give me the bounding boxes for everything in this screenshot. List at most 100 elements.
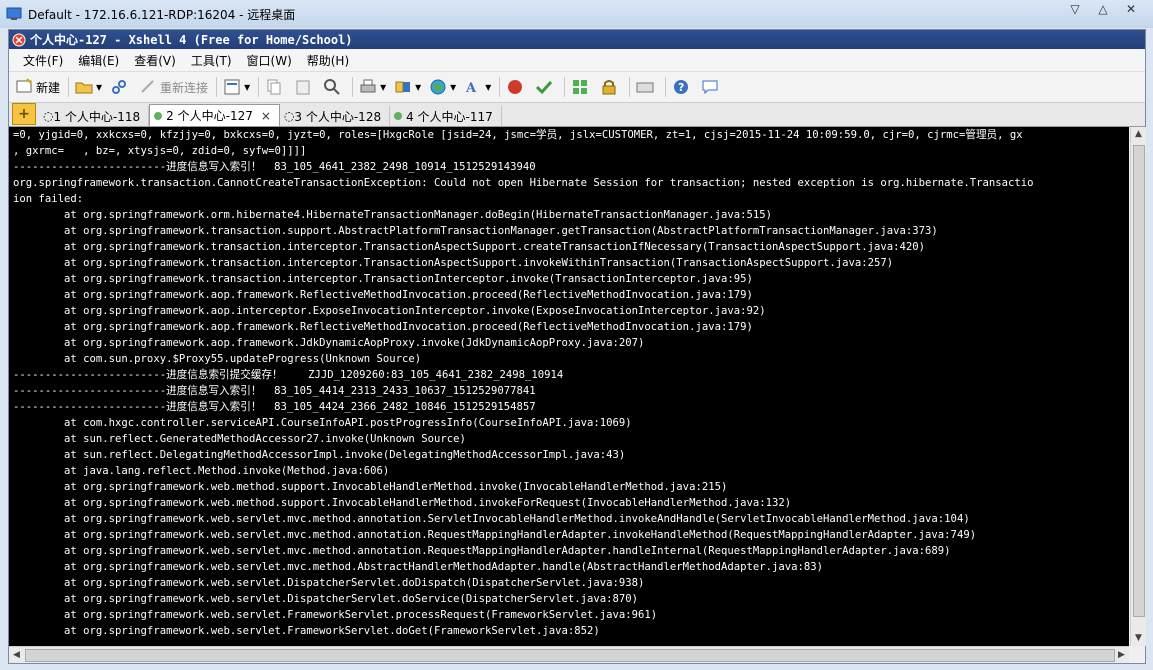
terminal-output[interactable]: =0, yjgid=0, xxkcxs=0, kfzjjy=0, bxkcxs=… (9, 127, 1129, 646)
toolbar-separator (216, 77, 218, 97)
lock-button[interactable] (600, 78, 621, 96)
chat-bubble-icon (702, 80, 718, 95)
terminal-line: at org.springframework.web.servlet.mvc.m… (13, 545, 951, 557)
layout-button[interactable] (571, 78, 592, 96)
svg-text:?: ? (678, 81, 684, 94)
svg-text:A: A (465, 81, 477, 96)
tab-session-1[interactable]: ◌ 1 个人中心-118 (39, 106, 150, 126)
toolbar-separator (564, 77, 566, 97)
vertical-scrollbar[interactable]: ▲ ▼ (1130, 127, 1146, 646)
tab-session-4[interactable]: 4 个人中心-117 (390, 106, 502, 126)
help-icon: ? (674, 80, 689, 94)
properties-icon (224, 79, 240, 95)
rdp-titlebar: Default - 172.16.6.121-RDP:16204 - 远程桌面 … (0, 0, 1153, 28)
terminal-line: at org.springframework.aop.interceptor.E… (13, 305, 766, 317)
terminal-line: at com.sun.proxy.$Proxy55.updateProgress… (13, 353, 422, 365)
chevron-down-icon: ▾ (380, 80, 387, 94)
close-tab-icon[interactable]: × (261, 109, 271, 123)
menu-window[interactable]: 窗口(W) (247, 52, 292, 69)
lock-icon (602, 80, 616, 95)
print-button[interactable]: ▾ (359, 78, 386, 96)
terminal-line: ------------------------进度信息索引提交缓存！ ZJJD… (13, 369, 564, 381)
terminal-line: at org.springframework.orm.hibernate4.Hi… (13, 209, 772, 221)
terminal-line: ion failed: (13, 193, 84, 205)
check-icon (536, 80, 553, 95)
terminal-line: ------------------------进度信息写入索引！ 83_105… (13, 401, 536, 413)
rdp-window-title: Default - 172.16.6.121-RDP:16204 - 远程桌面 (28, 7, 296, 22)
scroll-up-icon[interactable]: ▲ (1131, 127, 1146, 142)
globe-button[interactable]: ▾ (429, 78, 456, 96)
scrollbar-thumb[interactable] (1133, 145, 1145, 617)
toolbar-separator (629, 77, 631, 97)
rdp-restore-icon[interactable]: △ (1089, 2, 1117, 16)
terminal-line: , gxrmc= , bz=, xtysjs=0, zdid=0, syfw=0… (13, 145, 307, 157)
new-session-button[interactable]: 新建 (15, 78, 60, 96)
xshell-icon (12, 33, 26, 46)
copy-button[interactable] (265, 78, 286, 96)
search-icon (324, 79, 340, 95)
toolbar-separator (499, 77, 501, 97)
chevron-down-icon: ▾ (96, 80, 103, 94)
tab-label: 3 个人中心-128 (294, 109, 382, 124)
tab-session-3[interactable]: ◌ 3 个人中心-128 (280, 106, 391, 126)
terminal-line: =0, yjgid=0, xxkcxs=0, kfzjjy=0, bxkcxs=… (13, 129, 1023, 141)
add-tab-button[interactable]: + (12, 103, 36, 125)
tab-label: 2 个人中心-127 (166, 109, 253, 123)
chat-button[interactable] (701, 78, 722, 96)
rdp-close-icon[interactable]: ✕ (1117, 2, 1145, 16)
menu-bar: 文件(F) 编辑(E) 查看(V) 工具(T) 窗口(W) 帮助(H) (9, 49, 1145, 72)
chevron-down-icon: ▾ (415, 80, 422, 94)
scroll-down-icon[interactable]: ▼ (1131, 631, 1146, 646)
scroll-left-icon[interactable]: ◀ (9, 647, 24, 663)
terminal-line: at org.springframework.transaction.inter… (13, 241, 926, 253)
scroll-right-icon[interactable]: ▶ (1114, 647, 1129, 663)
font-button[interactable]: A ▾ (464, 78, 491, 96)
copy-icon (267, 79, 281, 95)
help-button[interactable]: ? (672, 78, 693, 96)
chevron-down-icon: ▾ (244, 80, 251, 94)
terminal-line: org.springframework.transaction.CannotCr… (13, 177, 1034, 189)
terminal-line: at org.springframework.web.servlet.Frame… (13, 609, 658, 621)
keyboard-button[interactable] (636, 78, 657, 96)
menu-view[interactable]: 查看(V) (134, 52, 176, 69)
terminal-line: at java.lang.reflect.Method.invoke(Metho… (13, 465, 390, 477)
terminal-line: at org.springframework.transaction.inter… (13, 257, 894, 269)
terminal-line: at org.springframework.aop.framework.Ref… (13, 321, 753, 333)
terminal-line: at com.hxgc.controller.serviceAPI.Course… (13, 417, 632, 429)
horizontal-scrollbar[interactable]: ◀ ▶ (9, 646, 1129, 663)
tab-label: 1 个人中心-118 (53, 109, 141, 124)
terminal-line: at sun.reflect.DelegatingMethodAccessorI… (13, 449, 626, 461)
toolbar-separator (665, 77, 667, 97)
scrollbar-thumb[interactable] (25, 649, 1115, 662)
new-session-icon (16, 78, 32, 93)
terminal-line: at org.springframework.web.servlet.mvc.m… (13, 513, 970, 525)
terminal-line: at org.springframework.web.servlet.Frame… (13, 625, 600, 637)
menu-file[interactable]: 文件(F) (23, 52, 63, 69)
rdp-minimize-icon[interactable]: ▽ (1061, 2, 1089, 16)
xshell-title: 个人中心-127 - Xshell 4 (Free for Home/Schoo… (30, 33, 353, 47)
transfer-button[interactable]: ▾ (394, 78, 421, 96)
menu-edit[interactable]: 编辑(E) (78, 52, 119, 69)
reconnect-label: 重新连接 (160, 80, 209, 95)
menu-tools[interactable]: 工具(T) (191, 52, 232, 69)
session-tabs: + ◌ 1 个人中心-118 2 个人中心-127 × ◌ 3 个人中心-128… (9, 103, 1145, 127)
open-button[interactable]: ▾ (75, 78, 102, 96)
keyboard-icon (636, 82, 654, 93)
globe-icon (430, 79, 446, 95)
find-button[interactable] (323, 78, 344, 96)
terminal-line: at org.springframework.web.servlet.Dispa… (13, 577, 645, 589)
properties-button[interactable]: ▾ (223, 78, 250, 96)
terminal-line: at org.springframework.web.method.suppor… (13, 497, 792, 509)
paste-icon (296, 80, 310, 95)
menu-help[interactable]: 帮助(H) (307, 52, 349, 69)
paste-button[interactable] (294, 78, 315, 96)
connect-button[interactable] (110, 78, 131, 96)
reconnect-button[interactable]: 重新连接 (139, 78, 208, 96)
link-icon (112, 80, 127, 94)
xftp-button[interactable] (506, 78, 527, 96)
tab-session-2[interactable]: 2 个人中心-127 × (149, 104, 280, 126)
terminal-line: ------------------------进度信息写入索引！ 83_105… (13, 385, 536, 397)
check-button[interactable] (535, 78, 556, 96)
terminal-line: at org.springframework.web.method.suppor… (13, 481, 728, 493)
toolbar-separator (352, 77, 354, 97)
